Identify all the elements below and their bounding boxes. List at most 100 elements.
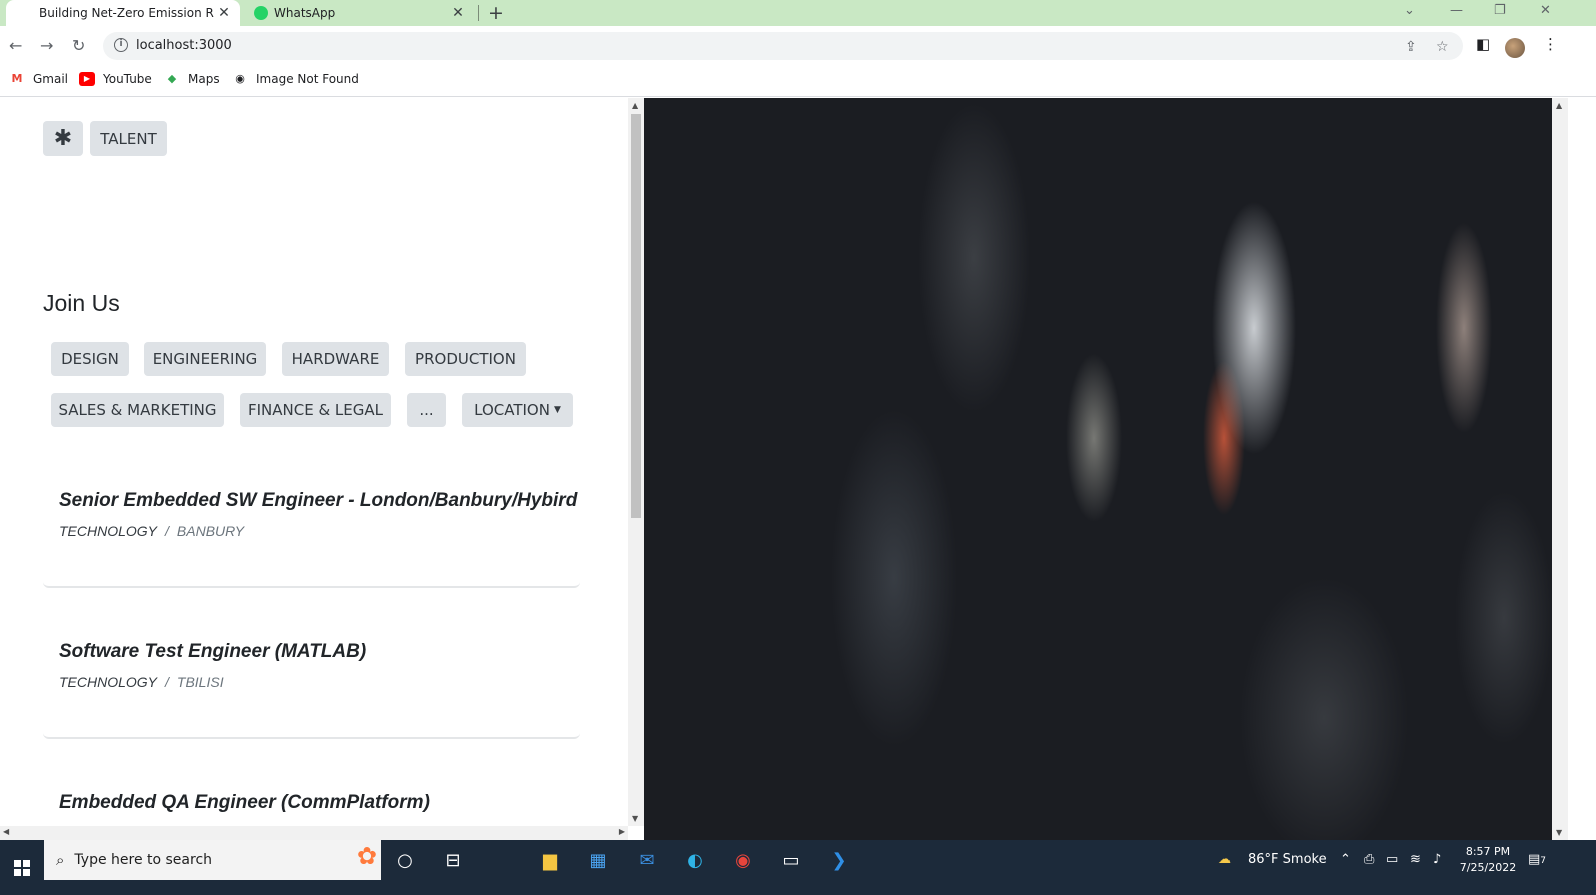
scroll-up-icon[interactable]: ▲	[632, 101, 638, 110]
filter-design[interactable]: DESIGN	[51, 342, 129, 376]
browser-toolbar: ← → ↻ i localhost:3000 ⇪ ☆ ◧ ⋮	[0, 26, 1596, 66]
tab-strip: Building Net-Zero Emission Ride ✕ WhatsA…	[0, 0, 1596, 26]
windows-logo-icon	[14, 859, 30, 876]
forward-arrow-icon[interactable]: →	[40, 36, 53, 55]
chrome-icon[interactable]: ◉	[730, 848, 756, 872]
job-title: Software Test Engineer (MATLAB)	[59, 641, 367, 662]
battery-icon[interactable]: ▭	[1386, 852, 1398, 867]
job-meta: TECHNOLOGY / BANBURY	[59, 523, 244, 539]
bookmark-image-not-found[interactable]: ◉ Image Not Found	[232, 72, 359, 86]
weather-icon: ☁	[1218, 852, 1231, 867]
mail-icon[interactable]: ✉	[634, 848, 660, 872]
left-panel-hscrollbar[interactable]: ◀ ▶	[0, 826, 628, 840]
scrollbar-thumb[interactable]	[631, 114, 641, 518]
new-tab-button[interactable]: +	[488, 2, 504, 24]
location-dropdown[interactable]: LOCATION ▼	[462, 393, 573, 427]
tray-chevron-icon[interactable]: ⌃	[1340, 852, 1351, 867]
job-title: Senior Embedded SW Engineer - London/Ban…	[59, 490, 578, 511]
close-icon[interactable]: ✕	[448, 5, 468, 21]
reload-icon[interactable]: ↻	[72, 36, 85, 55]
youtube-icon: ▶	[79, 72, 95, 86]
weather-text[interactable]: 86°F Smoke	[1248, 852, 1327, 867]
scroll-right-icon[interactable]: ▶	[619, 827, 625, 836]
job-meta-separator: /	[165, 674, 169, 690]
menu-kebab-icon[interactable]: ⋮	[1543, 35, 1558, 53]
scroll-up-icon[interactable]: ▲	[1556, 101, 1562, 110]
site-info-icon[interactable]: i	[114, 38, 128, 52]
start-button[interactable]	[0, 840, 44, 895]
windows-taskbar: ⌕ Type here to search ✿ ○ ⊟ ▆ ▦ ✉ ◐ ◉ ▭ …	[0, 840, 1596, 895]
bookmark-label: Maps	[188, 72, 220, 86]
talent-button[interactable]: TALENT	[90, 121, 167, 156]
job-location: TBILISI	[176, 674, 224, 690]
tab-building-net-zero[interactable]: Building Net-Zero Emission Ride ✕	[6, 0, 240, 26]
search-placeholder: Type here to search	[74, 852, 213, 868]
edge-icon[interactable]: ◐	[682, 848, 708, 872]
job-meta-separator: /	[165, 523, 169, 539]
bookmark-label: Gmail	[33, 72, 69, 86]
task-view-icon[interactable]: ⊟	[440, 848, 466, 872]
vscode-icon[interactable]: ❯	[826, 848, 852, 872]
tab-search-icon[interactable]: ⌄	[1404, 3, 1415, 18]
careers-panel: ✱ TALENT Join Us DESIGN ENGINEERING HARD…	[0, 98, 628, 826]
filter-hardware[interactable]: HARDWARE	[282, 342, 389, 376]
clock[interactable]: 8:57 PM 7/25/2022	[1458, 844, 1518, 876]
left-panel-scrollbar[interactable]: ▲ ▼	[628, 98, 644, 826]
tab-divider	[478, 5, 479, 21]
filter-finance-legal[interactable]: FINANCE & LEGAL	[240, 393, 391, 427]
profile-avatar[interactable]	[1505, 38, 1525, 58]
scroll-left-icon[interactable]: ◀	[3, 827, 9, 836]
job-department: TECHNOLOGY	[59, 674, 158, 690]
page-content: ✱ TALENT Join Us DESIGN ENGINEERING HARD…	[0, 98, 1596, 840]
filter-sales-marketing[interactable]: SALES & MARKETING	[51, 393, 224, 427]
logo-button[interactable]: ✱	[43, 121, 83, 156]
bookmark-label: YouTube	[103, 72, 152, 86]
search-highlight-icon: ✿	[356, 842, 377, 870]
tab-whatsapp[interactable]: WhatsApp ✕	[244, 0, 474, 26]
bookmark-star-icon[interactable]: ☆	[1436, 39, 1449, 55]
job-card[interactable]: Embedded QA Engineer (CommPlatform)	[43, 770, 580, 826]
restore-button[interactable]: ❐	[1494, 3, 1506, 18]
side-panel-icon[interactable]: ◧	[1476, 35, 1490, 53]
filter-production[interactable]: PRODUCTION	[405, 342, 526, 376]
minimize-button[interactable]: —	[1450, 3, 1463, 18]
job-department: TECHNOLOGY	[59, 523, 158, 539]
taskbar-search[interactable]: ⌕ Type here to search ✿	[44, 840, 381, 880]
file-explorer-icon[interactable]: ▆	[537, 848, 563, 872]
share-icon[interactable]: ⇪	[1405, 39, 1417, 55]
notifications-icon[interactable]: ▤7	[1528, 852, 1546, 867]
close-icon[interactable]: ✕	[214, 5, 234, 21]
terminal-icon[interactable]: ▭	[778, 848, 804, 872]
volume-icon[interactable]: ♪	[1433, 852, 1441, 867]
bookmark-maps[interactable]: ◆ Maps	[164, 72, 220, 86]
address-bar[interactable]: i localhost:3000 ⇪ ☆	[103, 32, 1463, 60]
whatsapp-icon	[254, 6, 268, 20]
filter-engineering[interactable]: ENGINEERING	[144, 342, 266, 376]
job-title: Embedded QA Engineer (CommPlatform)	[59, 792, 430, 813]
search-icon: ⌕	[56, 851, 65, 869]
page-scrollbar[interactable]: ▲ ▼	[1552, 98, 1568, 840]
bookmarks-bar: M Gmail ▶ YouTube ◆ Maps ◉ Image Not Fou…	[0, 66, 1596, 97]
bookmark-gmail[interactable]: M Gmail	[9, 72, 69, 86]
job-card[interactable]: Software Test Engineer (MATLAB) TECHNOLO…	[43, 619, 580, 739]
filter-more[interactable]: ...	[407, 393, 446, 427]
job-card[interactable]: Senior Embedded SW Engineer - London/Ban…	[43, 468, 580, 588]
job-location: BANBURY	[176, 523, 245, 539]
cortana-icon[interactable]: ○	[392, 848, 418, 872]
maps-icon: ◆	[167, 72, 177, 85]
feathers-hero-image	[644, 98, 1552, 840]
store-icon[interactable]: ▦	[585, 848, 611, 872]
close-window-button[interactable]: ✕	[1540, 3, 1551, 18]
clock-time: 8:57 PM	[1465, 845, 1511, 858]
bookmark-youtube[interactable]: ▶ YouTube	[79, 72, 152, 86]
wifi-icon[interactable]: ≋	[1410, 852, 1421, 867]
clock-date: 7/25/2022	[1459, 861, 1517, 874]
globe-icon: ◉	[235, 72, 245, 85]
meet-icon[interactable]: ⎙	[1364, 852, 1374, 867]
scroll-down-icon[interactable]: ▼	[632, 814, 638, 823]
back-arrow-icon[interactable]: ←	[9, 36, 22, 55]
url-text: localhost:3000	[136, 38, 232, 53]
notification-count: 7	[1540, 856, 1547, 866]
bookmark-label: Image Not Found	[256, 72, 359, 86]
scroll-down-icon[interactable]: ▼	[1556, 828, 1562, 837]
